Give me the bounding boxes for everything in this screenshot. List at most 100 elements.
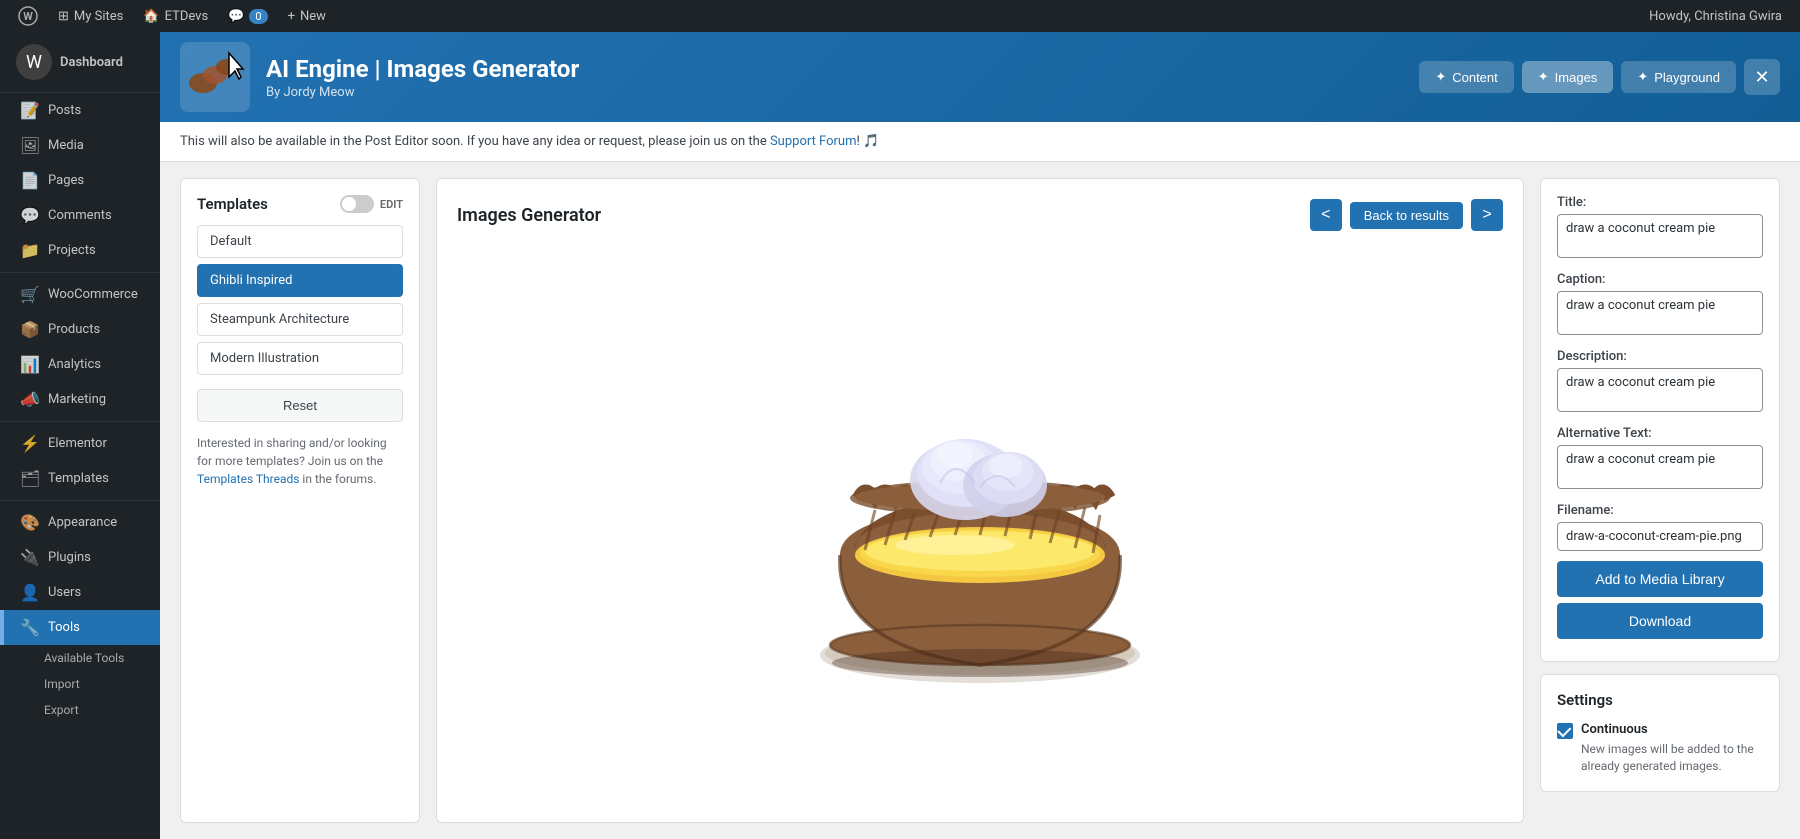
continuous-checkbox[interactable] (1557, 723, 1573, 739)
toggle-track[interactable] (340, 195, 374, 213)
images-star-icon: ✦ (1538, 69, 1549, 85)
products-label: Products (48, 322, 100, 337)
add-to-media-btn[interactable]: Add to Media Library (1557, 561, 1763, 597)
sidebar-item-products[interactable]: 📦 Products (0, 312, 160, 347)
sidebar-subitem-export[interactable]: Export (0, 697, 160, 723)
marketing-label: Marketing (48, 392, 106, 407)
sidebar-subitem-import[interactable]: Import (0, 671, 160, 697)
sidebar-item-woocommerce[interactable]: 🛒 WooCommerce (0, 277, 160, 312)
comments-btn[interactable]: 💬 0 (218, 0, 277, 32)
my-sites-icon: ⊞ (58, 9, 69, 24)
analytics-icon: 📊 (20, 355, 40, 374)
edit-toggle[interactable]: EDIT (340, 195, 403, 213)
filename-field-group: Filename: draw-a-coconut-cream-pie.png (1557, 503, 1763, 551)
nav-buttons: < Back to results > (1310, 199, 1503, 231)
plugins-label: Plugins (48, 550, 91, 565)
toggle-label: EDIT (380, 198, 403, 211)
sidebar-item-marketing[interactable]: 📣 Marketing (0, 382, 160, 417)
site-name-btn[interactable]: 🏠 ETDevs (133, 0, 218, 32)
continuous-text: Continuous New images will be added to t… (1581, 721, 1763, 775)
plus-icon: + (288, 9, 295, 24)
alt-input[interactable]: draw a coconut cream pie (1557, 445, 1763, 489)
appearance-label: Appearance (48, 515, 117, 530)
posts-icon: 📝 (20, 101, 40, 120)
templates-footer: Interested in sharing and/or looking for… (197, 434, 403, 488)
title-label: Title: (1557, 195, 1763, 210)
sidebar-item-elementor[interactable]: ⚡ Elementor (0, 426, 160, 461)
posts-label: Posts (48, 103, 81, 118)
plugins-icon: 🔌 (20, 548, 40, 567)
caption-input[interactable]: draw a coconut cream pie (1557, 291, 1763, 335)
title-input[interactable]: draw a coconut cream pie (1557, 214, 1763, 258)
templates-threads-link[interactable]: Templates Threads (197, 472, 299, 486)
appearance-icon: 🎨 (20, 513, 40, 532)
sidebar-item-pages[interactable]: 📄 Pages (0, 163, 160, 198)
generator-header: Images Generator < Back to results > (457, 199, 1503, 231)
sidebar-item-analytics[interactable]: 📊 Analytics (0, 347, 160, 382)
dashboard-link[interactable]: W Dashboard (0, 32, 160, 93)
title-field-group: Title: draw a coconut cream pie (1557, 195, 1763, 262)
filename-input[interactable]: draw-a-coconut-cream-pie.png (1557, 522, 1763, 551)
sidebar-item-users[interactable]: 👤 Users (0, 575, 160, 610)
projects-label: Projects (48, 243, 96, 258)
nav-content-btn[interactable]: ✦ Content (1419, 61, 1513, 93)
continuous-option: Continuous New images will be added to t… (1557, 721, 1763, 775)
template-ghibli[interactable]: Ghibli Inspired (197, 264, 403, 297)
my-sites-label: My Sites (74, 9, 123, 24)
sidebar-separator-3 (0, 500, 160, 501)
my-sites-btn[interactable]: ⊞ My Sites (48, 0, 133, 32)
reset-button[interactable]: Reset (197, 389, 403, 422)
caption-field-group: Caption: draw a coconut cream pie (1557, 272, 1763, 339)
description-field-group: Description: draw a coconut cream pie (1557, 349, 1763, 416)
woo-icon: 🛒 (20, 285, 40, 304)
sidebar-item-media[interactable]: 🖼 Media (0, 128, 160, 163)
support-forum-link[interactable]: Support Forum (770, 134, 857, 149)
new-btn[interactable]: + New (278, 0, 336, 32)
template-steampunk[interactable]: Steampunk Architecture (197, 303, 403, 336)
prev-btn[interactable]: < (1310, 199, 1342, 231)
sidebar-item-tools[interactable]: 🔧 Tools (0, 610, 160, 645)
sidebar-item-projects[interactable]: 📁 Projects (0, 233, 160, 268)
generated-image (780, 335, 1180, 715)
sidebar-item-plugins[interactable]: 🔌 Plugins (0, 540, 160, 575)
templates-panel: Templates EDIT Default Ghibli Inspired S… (180, 178, 420, 823)
admin-bar: W ⊞ My Sites 🏠 ETDevs 💬 0 + New Howdy, C… (0, 0, 1800, 32)
templates-panel-title: Templates (197, 195, 268, 213)
wp-logo-btn[interactable]: W (8, 0, 48, 32)
sidebar-item-posts[interactable]: 📝 Posts (0, 93, 160, 128)
tools-label: Tools (48, 620, 80, 635)
description-label: Description: (1557, 349, 1763, 364)
dashboard-label: Dashboard (60, 55, 123, 70)
users-icon: 👤 (20, 583, 40, 602)
template-modern[interactable]: Modern Illustration (197, 342, 403, 375)
users-label: Users (48, 585, 81, 600)
settings-title: Settings (1557, 691, 1763, 709)
tools-icon: 🔧 (20, 618, 40, 637)
products-icon: 📦 (20, 320, 40, 339)
available-tools-label: Available Tools (44, 651, 124, 665)
comment-count: 0 (249, 9, 267, 24)
template-default[interactable]: Default (197, 225, 403, 258)
templates-sidebar-label: Templates (48, 471, 109, 486)
sidebar-item-templates[interactable]: 🗂 Templates (0, 461, 160, 496)
page-content: Templates EDIT Default Ghibli Inspired S… (160, 162, 1800, 839)
notice-suffix: ! 🎵 (857, 134, 880, 149)
close-icon: ✕ (1754, 67, 1769, 88)
back-results-btn[interactable]: Back to results (1350, 202, 1463, 229)
next-btn[interactable]: > (1471, 199, 1503, 231)
plugin-title: AI Engine | Images Generator (266, 55, 1403, 83)
sidebar-item-appearance[interactable]: 🎨 Appearance (0, 505, 160, 540)
pages-icon: 📄 (20, 171, 40, 190)
media-icon: 🖼 (20, 136, 40, 155)
nav-playground-btn[interactable]: ✦ Playground (1621, 61, 1736, 93)
export-label: Export (44, 703, 79, 717)
close-btn[interactable]: ✕ (1744, 59, 1780, 95)
description-input[interactable]: draw a coconut cream pie (1557, 368, 1763, 412)
continuous-label: Continuous (1581, 721, 1763, 739)
download-btn[interactable]: Download (1557, 603, 1763, 639)
wp-logo-icon: W (16, 44, 52, 80)
alt-label: Alternative Text: (1557, 426, 1763, 441)
sidebar-subitem-available-tools[interactable]: Available Tools (0, 645, 160, 671)
sidebar-item-comments[interactable]: 💬 Comments (0, 198, 160, 233)
nav-images-btn[interactable]: ✦ Images (1522, 61, 1614, 93)
